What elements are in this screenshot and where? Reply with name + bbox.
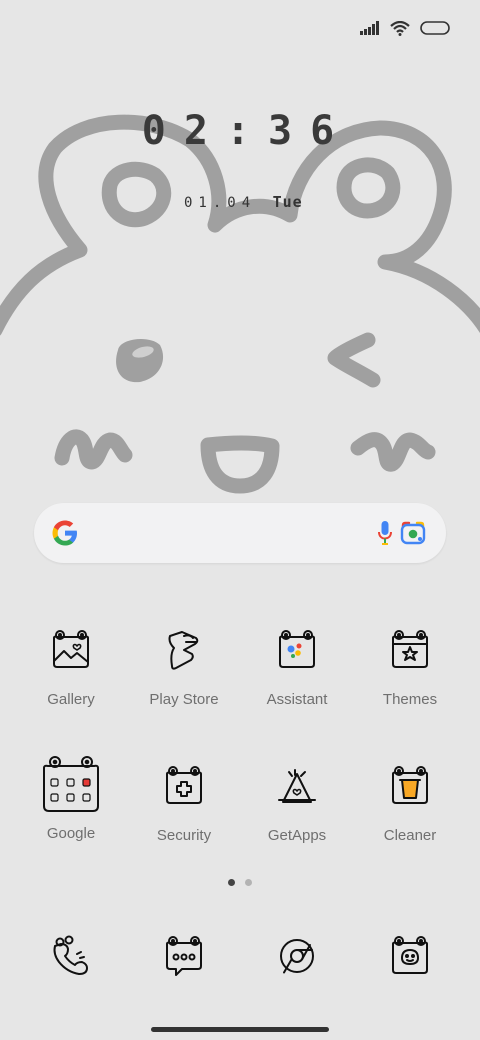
frog-assistant-icon — [279, 630, 315, 668]
microphone-icon[interactable] — [377, 520, 393, 546]
app-label: Google — [46, 825, 96, 842]
frog-gallery-icon — [53, 630, 89, 668]
page-indicator — [0, 879, 480, 886]
frog-getapps-icon — [278, 769, 316, 803]
frog-play-store-icon — [168, 631, 199, 670]
app-label: GetApps — [267, 827, 327, 844]
chrome-icon[interactable] — [275, 934, 319, 978]
app-getapps[interactable]: GetApps — [247, 764, 347, 844]
app-google-folder[interactable]: Google — [21, 754, 121, 842]
camera-lens-icon[interactable] — [400, 521, 426, 545]
app-label: Gallery — [47, 691, 95, 708]
clock-date[interactable]: 01.04 Tue — [184, 193, 303, 211]
app-label: Themes — [382, 691, 438, 708]
wifi-icon — [390, 20, 410, 36]
frog-security-icon — [166, 766, 202, 804]
clock-time[interactable]: 02:36 — [0, 108, 480, 154]
home-gesture-bar[interactable] — [151, 1027, 329, 1032]
date-text: 01.04 — [184, 195, 257, 211]
google-search-bar[interactable] — [34, 503, 446, 563]
app-cleaner[interactable]: Cleaner — [360, 764, 460, 844]
app-themes[interactable]: Themes — [360, 628, 460, 708]
app-label: Cleaner — [383, 827, 437, 844]
frog-cleaner-icon — [392, 766, 428, 804]
app-label: Play Store — [149, 691, 219, 708]
app-security[interactable]: Security — [134, 764, 234, 844]
app-label: Security — [156, 827, 212, 844]
battery-icon — [420, 21, 450, 35]
google-g-icon — [52, 520, 77, 546]
app-assistant[interactable]: Assistant — [247, 628, 347, 708]
day-of-week: Tue — [272, 193, 303, 211]
page-dot[interactable] — [245, 879, 252, 886]
app-gallery[interactable]: Gallery — [21, 628, 121, 708]
frog-messages-icon[interactable] — [162, 934, 206, 978]
page-dot-active[interactable] — [228, 879, 235, 886]
frog-phone-icon[interactable] — [49, 934, 93, 978]
status-bar — [360, 14, 450, 42]
frog-google-folder-icon — [43, 756, 99, 812]
frog-themes-icon — [392, 630, 428, 668]
app-label: Assistant — [266, 691, 328, 708]
signal-bars-icon — [360, 21, 379, 35]
frog-camera-icon[interactable] — [388, 934, 432, 978]
app-play-store[interactable]: Play Store — [134, 628, 234, 708]
